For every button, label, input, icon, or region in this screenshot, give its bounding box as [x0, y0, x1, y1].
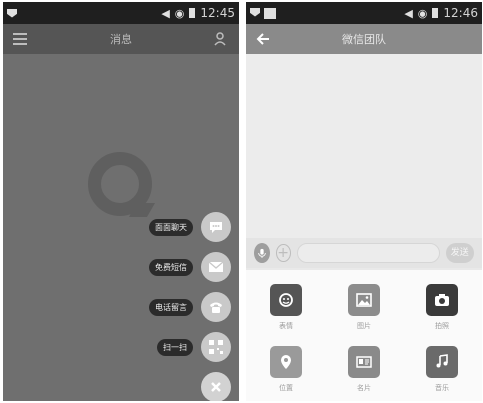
attachment-panel: 表情 图片 拍照 位置 名片 音乐	[246, 270, 482, 401]
menu-icon[interactable]	[13, 33, 27, 45]
left-phone-screen: ◀ ◉ 12:45 消息 面面聊天 免费短信 电话留言 扫一扫	[3, 2, 239, 401]
music-note-icon	[426, 346, 458, 378]
status-time: 12:45	[200, 6, 235, 20]
volume-icon: ◀	[404, 6, 413, 20]
battery-icon	[432, 8, 439, 18]
fab-label: 免费短信	[149, 258, 193, 276]
image-notification-icon	[264, 7, 276, 19]
smiley-icon	[270, 284, 302, 316]
wifi-icon: ◉	[174, 6, 185, 20]
chat-input-bar: + 发送	[246, 238, 482, 268]
attachment-item-emoji[interactable]: 表情	[256, 284, 316, 331]
status-bar: ◀ ◉ 12:45	[3, 2, 239, 24]
chat-top-bar: 微信团队	[246, 24, 482, 54]
attachment-item-location[interactable]: 位置	[256, 346, 316, 393]
attachment-label: 音乐	[435, 384, 449, 392]
attachment-item-camera[interactable]: 拍照	[412, 284, 472, 331]
fab-menu-item-voicemail[interactable]: 电话留言	[149, 292, 231, 322]
add-attachment-button[interactable]: +	[275, 244, 291, 262]
camera-icon	[426, 284, 458, 316]
message-input[interactable]	[296, 243, 440, 263]
contact-card-icon	[348, 346, 380, 378]
page-title: 消息	[110, 33, 132, 46]
app-top-bar: 消息	[3, 24, 239, 54]
right-phone-screen: ◀ ◉ 12:46 微信团队 + 发送 表情 图片 拍照 位置 名片 音乐	[246, 2, 482, 401]
fab-menu-item-scan[interactable]: 扫一扫	[157, 332, 231, 362]
attachment-label: 图片	[357, 322, 371, 330]
location-pin-icon	[270, 346, 302, 378]
chat-title: 微信团队	[342, 33, 386, 46]
image-icon	[348, 284, 380, 316]
microphone-icon	[258, 248, 266, 258]
battery-icon	[189, 8, 196, 18]
attachment-label: 拍照	[435, 322, 449, 330]
volume-icon: ◀	[161, 6, 170, 20]
fab-label: 面面聊天	[149, 218, 193, 236]
envelope-icon[interactable]	[201, 252, 231, 282]
attachment-label: 位置	[279, 384, 293, 392]
fab-label: 扫一扫	[157, 338, 193, 356]
fab-label: 电话留言	[149, 298, 193, 316]
person-icon[interactable]	[213, 31, 229, 47]
attachment-item-contact-card[interactable]: 名片	[334, 346, 394, 393]
app-logo-watermark	[88, 152, 152, 216]
shield-icon	[7, 8, 17, 18]
voice-button[interactable]	[254, 243, 270, 263]
close-icon[interactable]	[201, 372, 231, 401]
attachment-label: 名片	[357, 384, 371, 392]
attachment-item-image[interactable]: 图片	[334, 284, 394, 331]
send-button[interactable]: 发送	[445, 243, 474, 263]
chat-bubble-icon[interactable]	[201, 212, 231, 242]
fab-menu-item-sms[interactable]: 免费短信	[149, 252, 231, 282]
wifi-icon: ◉	[417, 6, 428, 20]
qr-code-icon[interactable]	[201, 332, 231, 362]
fab-menu-item-chat[interactable]: 面面聊天	[149, 212, 231, 242]
back-arrow-icon[interactable]	[256, 32, 270, 46]
status-bar: ◀ ◉ 12:46	[246, 2, 482, 24]
attachment-label: 表情	[279, 322, 293, 330]
shield-icon	[250, 7, 260, 17]
telephone-icon[interactable]	[201, 292, 231, 322]
status-time: 12:46	[443, 6, 478, 20]
message-area[interactable]	[246, 54, 482, 238]
attachment-item-music[interactable]: 音乐	[412, 346, 472, 393]
fab-close-row[interactable]	[201, 372, 231, 401]
